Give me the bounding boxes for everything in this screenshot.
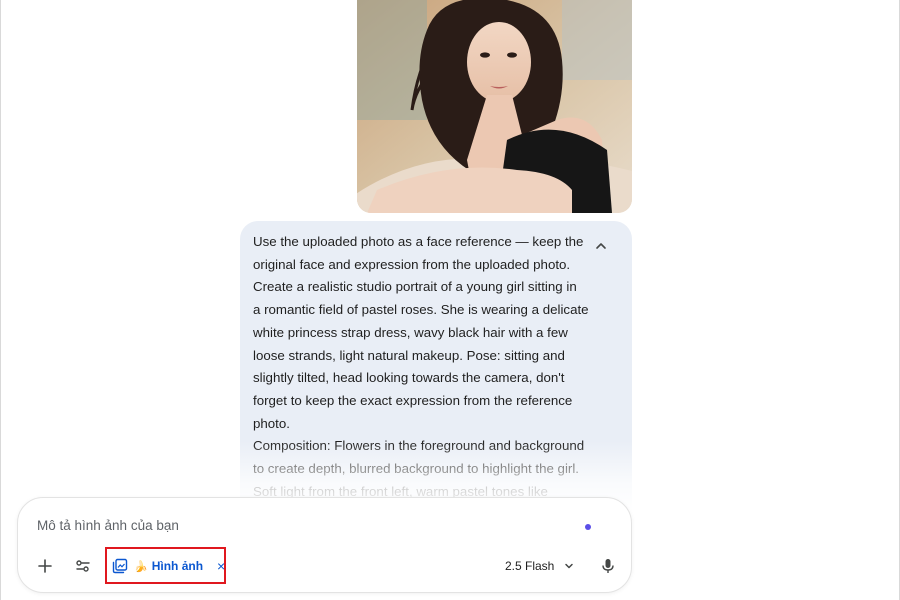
left-edge [0, 0, 1, 600]
banana-emoji: 🍌 [134, 560, 148, 573]
uploaded-photo-image [357, 0, 632, 213]
chip-label: 🍌 Hình ảnh [134, 559, 203, 573]
add-button[interactable] [31, 552, 59, 580]
status-dot [585, 524, 591, 530]
prompt-input[interactable] [37, 515, 557, 535]
model-label: 2.5 Flash [505, 559, 555, 573]
microphone-icon [602, 559, 614, 573]
chip-close-icon[interactable]: × [217, 558, 225, 574]
tools-button[interactable] [69, 552, 97, 580]
image-stack-icon [112, 558, 128, 574]
plus-icon [38, 559, 52, 573]
prompt-composer: 🍌 Hình ảnh × 2.5 Flash [17, 497, 632, 593]
microphone-button[interactable] [596, 554, 620, 578]
model-selector[interactable]: 2.5 Flash [505, 554, 574, 578]
uploaded-photo[interactable] [357, 0, 632, 213]
chevron-up-icon[interactable] [590, 235, 612, 257]
tune-icon [76, 560, 90, 572]
chip-label-text: Hình ảnh [151, 559, 204, 573]
prompt-bubble: Use the uploaded photo as a face referen… [240, 221, 632, 511]
image-tool-chip[interactable]: 🍌 Hình ảnh × [112, 553, 225, 579]
chevron-down-icon [565, 563, 574, 569]
